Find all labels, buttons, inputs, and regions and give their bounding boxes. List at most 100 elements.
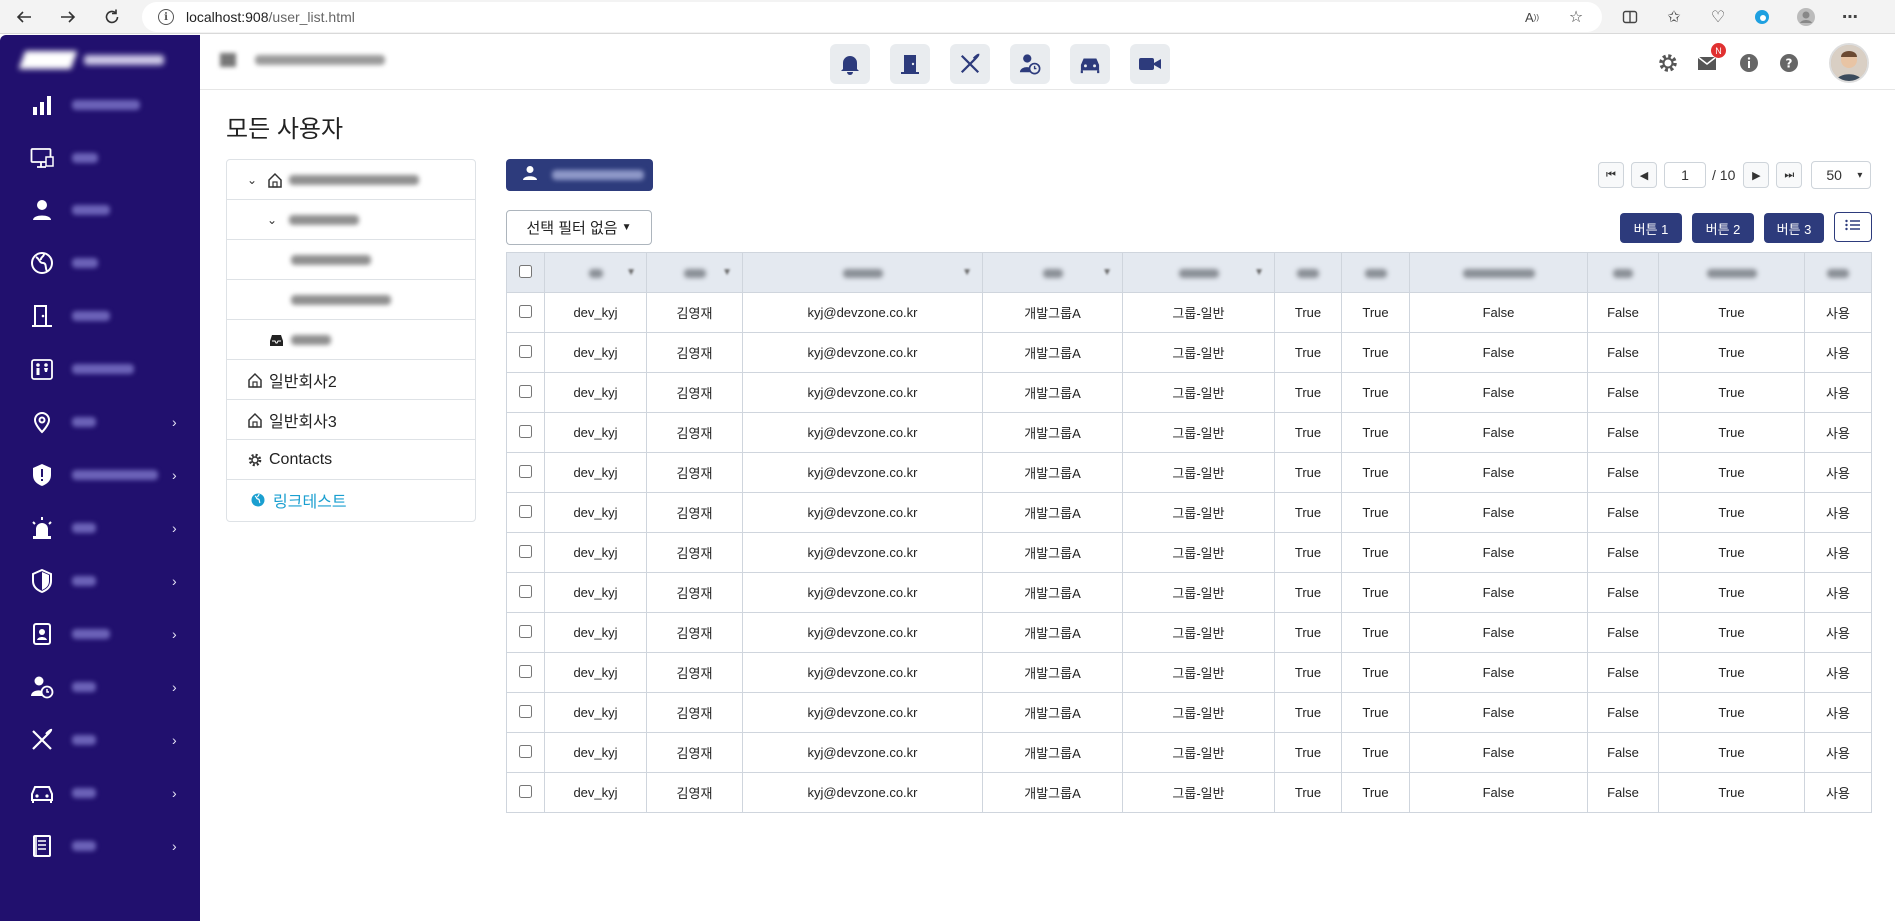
tree-item-link-test[interactable]: 링크테스트 [227, 480, 475, 520]
favorite-star-icon[interactable]: ☆ [1564, 5, 1588, 29]
tree-item-company3[interactable]: 일반회사3 [227, 400, 475, 440]
row-checkbox[interactable] [519, 384, 532, 398]
page-number-input[interactable]: 1 [1664, 162, 1706, 188]
select-all-checkbox[interactable] [519, 264, 532, 278]
row-checkbox[interactable] [519, 704, 532, 718]
company-selector[interactable] [255, 55, 385, 65]
table-row[interactable]: dev_kyj 김영재 kyj@devzone.co.kr 개발그룹A 그룹-일반 Tru… [506, 612, 1872, 653]
profile-icon[interactable] [1794, 5, 1818, 29]
first-page-button[interactable]: ⏮ [1598, 162, 1624, 188]
tree-item-company1[interactable]: ⌄ [227, 160, 475, 200]
table-row[interactable]: dev_kyj 김영재 kyj@devzone.co.kr 개발그룹A 그룹-일반 Tru… [506, 372, 1872, 413]
prev-page-button[interactable]: ◀ [1631, 162, 1657, 188]
table-row[interactable]: dev_kyj 김영재 kyj@devzone.co.kr 개발그룹A 그룹-일반 Tru… [506, 452, 1872, 493]
reload-icon[interactable] [100, 5, 124, 29]
menu-toggle-icon[interactable] [220, 53, 236, 67]
column-header-flag1[interactable] [1274, 252, 1342, 293]
sidebar-item-vehicle[interactable]: › [0, 773, 200, 813]
row-checkbox[interactable] [519, 544, 532, 558]
help-icon[interactable]: ? [1777, 51, 1801, 75]
video-icon[interactable] [1130, 44, 1170, 84]
table-row[interactable]: dev_kyj 김영재 kyj@devzone.co.kr 개발그룹A 그룹-일반 Tru… [506, 532, 1872, 573]
table-row[interactable]: dev_kyj 김영재 kyj@devzone.co.kr 개발그룹A 그룹-일반 Tru… [506, 772, 1872, 813]
table-row[interactable]: dev_kyj 김영재 kyj@devzone.co.kr 개발그룹A 그룹-일반 Tru… [506, 492, 1872, 533]
sidebar-item-attendance[interactable]: › [0, 667, 200, 707]
column-header-status[interactable] [1804, 252, 1872, 293]
row-checkbox[interactable] [519, 424, 532, 438]
column-header-flag2[interactable] [1341, 252, 1410, 293]
sort-icon[interactable]: ▼ [1254, 267, 1264, 278]
row-checkbox[interactable] [519, 464, 532, 478]
address-bar[interactable]: i localhost:908/user_list.html [142, 2, 1602, 32]
split-screen-icon[interactable] [1618, 5, 1642, 29]
tree-item-subdept1[interactable] [227, 240, 475, 280]
mail-icon[interactable]: N [1696, 43, 1726, 75]
sidebar-item-siren[interactable]: › [0, 508, 200, 548]
sort-icon[interactable]: ▼ [722, 267, 732, 278]
row-checkbox[interactable] [519, 584, 532, 598]
table-row[interactable]: dev_kyj 김영재 kyj@devzone.co.kr 개발그룹A 그룹-일반 Tru… [506, 292, 1872, 333]
table-row[interactable]: dev_kyj 김영재 kyj@devzone.co.kr 개발그룹A 그룹-일반 Tru… [506, 332, 1872, 373]
sidebar-item-dining[interactable]: › [0, 720, 200, 760]
table-row[interactable]: dev_kyj 김영재 kyj@devzone.co.kr 개발그룹A 그룹-일반 Tru… [506, 692, 1872, 733]
chevron-down-icon[interactable]: ⌄ [267, 213, 277, 227]
button-1[interactable]: 버튼 1 [1620, 213, 1682, 243]
column-header-group[interactable]: ▼ [982, 252, 1123, 293]
tree-item-contacts[interactable]: Contacts [227, 440, 475, 480]
sidebar-item-globe[interactable] [0, 243, 200, 283]
avatar[interactable] [1829, 43, 1869, 83]
bell-icon[interactable] [830, 44, 870, 84]
table-row[interactable]: dev_kyj 김영재 kyj@devzone.co.kr 개발그룹A 그룹-일반 Tru… [506, 652, 1872, 693]
sidebar-item-dashboard[interactable] [0, 85, 200, 125]
sidebar-item-location[interactable]: › [0, 402, 200, 442]
sidebar-item-shield[interactable]: › [0, 561, 200, 601]
sort-icon[interactable]: ▼ [626, 267, 636, 278]
sidebar-item-door[interactable] [0, 296, 200, 336]
sidebar-item-security-alert[interactable]: › [0, 455, 200, 495]
tree-item-dept[interactable]: ⌄ [227, 200, 475, 240]
sort-icon[interactable]: ▼ [1102, 267, 1112, 278]
column-header-flag5[interactable] [1658, 252, 1805, 293]
page-size-select[interactable]: 50 ▾ [1811, 161, 1872, 189]
last-page-button[interactable]: ⏭ [1776, 162, 1803, 188]
tree-item-company2[interactable]: 일반회사2 [227, 360, 475, 400]
next-page-button[interactable]: ▶ [1743, 162, 1770, 188]
settings-gear-icon[interactable] [1656, 51, 1680, 75]
read-aloud-icon[interactable]: A)) [1520, 5, 1544, 29]
row-checkbox[interactable] [519, 784, 532, 798]
column-header-name[interactable]: ▼ [646, 252, 743, 293]
row-checkbox[interactable] [519, 304, 532, 318]
column-header-flag4[interactable] [1587, 252, 1659, 293]
tree-item-subdept2[interactable] [227, 280, 475, 320]
sort-icon[interactable]: ▼ [962, 267, 972, 278]
row-checkbox[interactable] [519, 344, 532, 358]
utensils-icon[interactable] [950, 44, 990, 84]
row-checkbox[interactable] [519, 664, 532, 678]
row-checkbox[interactable] [519, 624, 532, 638]
user-clock-icon[interactable] [1010, 44, 1050, 84]
info-icon[interactable] [1737, 51, 1761, 75]
table-row[interactable]: dev_kyj 김영재 kyj@devzone.co.kr 개발그룹A 그룹-일반 Tru… [506, 572, 1872, 613]
row-checkbox[interactable] [519, 744, 532, 758]
filter-dropdown-button[interactable]: 선택 필터 없음 ▼ [506, 210, 652, 245]
sidebar-item-restroom[interactable] [0, 349, 200, 389]
sidebar-item-user[interactable] [0, 190, 200, 230]
column-header-rolegroup[interactable]: ▼ [1122, 252, 1275, 293]
button-3[interactable]: 버튼 3 [1764, 213, 1824, 243]
forward-icon[interactable] [56, 5, 80, 29]
site-info-icon[interactable]: i [158, 9, 174, 25]
back-icon[interactable] [12, 5, 36, 29]
column-header-id[interactable]: ▼ [544, 252, 647, 293]
column-header-flag3[interactable] [1409, 252, 1588, 293]
add-user-button[interactable] [506, 159, 653, 191]
table-row[interactable]: dev_kyj 김영재 kyj@devzone.co.kr 개발그룹A 그룹-일반 Tru… [506, 732, 1872, 773]
edge-icon[interactable] [1750, 5, 1774, 29]
browser-health-icon[interactable]: ♡ [1706, 5, 1730, 29]
button-2[interactable]: 버튼 2 [1692, 213, 1754, 243]
row-checkbox[interactable] [519, 504, 532, 518]
column-header-email[interactable]: ▼ [742, 252, 983, 293]
sidebar-item-document[interactable]: › [0, 826, 200, 866]
sidebar-item-badge[interactable]: › [0, 614, 200, 654]
car-icon[interactable] [1070, 44, 1110, 84]
column-list-button[interactable] [1834, 212, 1872, 242]
